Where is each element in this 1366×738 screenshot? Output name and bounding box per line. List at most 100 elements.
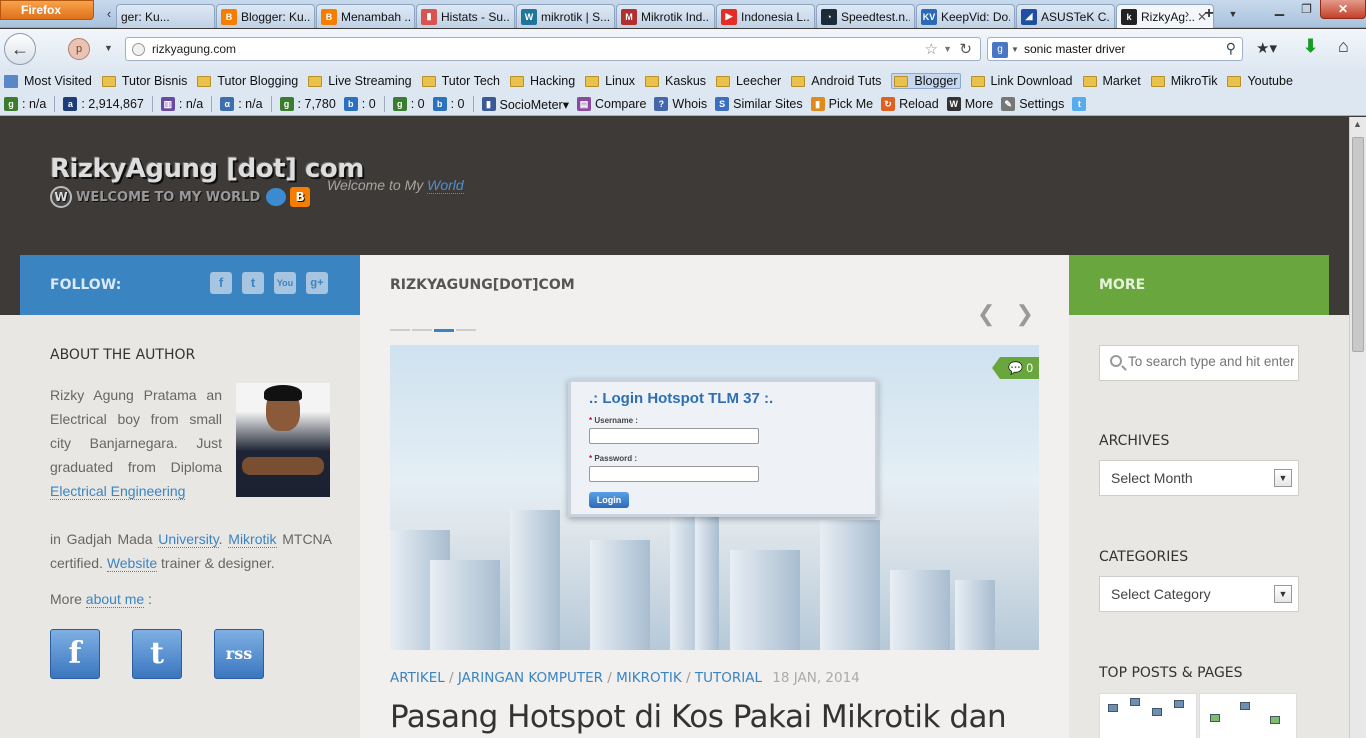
addon-item[interactable]: b: 0: [432, 97, 465, 111]
facebook-icon[interactable]: f: [50, 629, 100, 679]
browser-tab[interactable]: B Blogger: Ku...: [216, 4, 315, 28]
url-dropdown-icon[interactable]: ▼: [943, 44, 952, 54]
top-post-thumbnail[interactable]: [1099, 693, 1197, 738]
addon-item[interactable]: ✎ Settings: [1001, 97, 1064, 111]
search-query[interactable]: sonic master driver: [1024, 42, 1125, 56]
browser-tab[interactable]: k RizkyAg... ✕: [1116, 4, 1214, 28]
about-me-link[interactable]: about me: [85, 591, 145, 608]
browser-tab[interactable]: Wmikrotik | S...: [516, 4, 615, 28]
identity-icon[interactable]: p: [68, 38, 90, 60]
browser-tab[interactable]: ▮ Histats - Su...: [416, 4, 515, 28]
addon-item[interactable]: ▮ Pick Me: [810, 97, 873, 111]
browser-tab[interactable]: ◔ Speedtest.n...: [816, 4, 915, 28]
bookmark-item[interactable]: Most Visited: [4, 74, 92, 88]
tagline-link[interactable]: World: [427, 177, 464, 194]
chevron-down-icon[interactable]: ▼: [1274, 585, 1292, 603]
slider-dot[interactable]: [390, 329, 410, 331]
tab-scroll-right-icon[interactable]: ›: [1180, 6, 1194, 22]
reload-icon[interactable]: ↻: [959, 40, 972, 58]
bookmark-item[interactable]: MikroTik: [1150, 74, 1217, 88]
addon-item[interactable]: ▤ Compare: [577, 97, 646, 111]
website-link[interactable]: Website: [106, 555, 158, 572]
category-link[interactable]: TUTORIAL: [695, 670, 762, 686]
browser-tab[interactable]: KV KeepVid: Do...: [916, 4, 1015, 28]
bookmark-item[interactable]: Kaskus: [645, 74, 706, 88]
category-link[interactable]: JARINGAN KOMPUTER: [458, 670, 603, 686]
close-window-icon[interactable]: ✕: [1320, 0, 1366, 19]
facebook-icon[interactable]: f: [210, 272, 232, 294]
magnifier-icon[interactable]: ⚲: [1226, 40, 1236, 57]
tab-scroll-left-icon[interactable]: ‹: [102, 6, 116, 22]
google-plus-icon[interactable]: g+: [306, 272, 328, 294]
bookmark-item[interactable]: Live Streaming: [308, 74, 412, 88]
bookmark-item[interactable]: Android Tuts: [791, 74, 881, 88]
scroll-thumb[interactable]: [1352, 137, 1364, 352]
minimize-icon[interactable]: ▁: [1266, 0, 1293, 19]
browser-tab[interactable]: B Menambah ...: [316, 4, 415, 28]
bookmark-item[interactable]: Link Download: [970, 74, 1073, 88]
slider-dot[interactable]: [456, 329, 476, 331]
slider-dot-active[interactable]: [434, 329, 454, 332]
addon-item[interactable]: a: 2,914,867: [63, 97, 144, 111]
addon-item[interactable]: ? Whois: [654, 97, 707, 111]
bookmarks-menu-icon[interactable]: ★▾: [1256, 39, 1277, 57]
addon-item[interactable]: ↻ Reload: [881, 97, 939, 111]
scroll-up-icon[interactable]: ▲: [1353, 119, 1362, 129]
addon-item[interactable]: g: n/a: [4, 97, 46, 111]
search-bar[interactable]: g ▼ sonic master driver ⚲: [987, 37, 1243, 61]
url-text[interactable]: rizkyagung.com: [152, 42, 236, 56]
bookmark-item[interactable]: Linux: [585, 74, 635, 88]
home-icon[interactable]: ⌂: [1338, 36, 1349, 57]
rss-icon[interactable]: rss: [214, 629, 264, 679]
post-title[interactable]: Pasang Hotspot di Kos Pakai Mikrotik dan: [390, 699, 1007, 735]
bookmark-star-icon[interactable]: ☆: [925, 40, 938, 58]
category-link[interactable]: MIKROTIK: [616, 670, 682, 686]
slider-dot[interactable]: [412, 329, 432, 331]
download-arrow-icon[interactable]: ⬇: [1303, 36, 1318, 57]
addon-item[interactable]: b: 0: [343, 97, 376, 111]
bookmark-item[interactable]: Leecher: [716, 74, 781, 88]
browser-tab[interactable]: M Mikrotik Ind...: [616, 4, 715, 28]
addon-item[interactable]: W More: [946, 97, 993, 111]
search-engine-dropdown-icon[interactable]: ▼: [1011, 45, 1019, 54]
comment-count-badge[interactable]: 💬 0: [992, 357, 1039, 379]
twitter-icon[interactable]: t: [242, 272, 264, 294]
categories-select[interactable]: Select Category ▼: [1099, 576, 1299, 612]
back-arrow-icon[interactable]: ←: [4, 33, 36, 65]
addon-item[interactable]: ▥: n/a: [160, 97, 203, 111]
addon-item[interactable]: S Similar Sites: [715, 97, 803, 111]
mikrotik-link[interactable]: Mikrotik: [228, 531, 277, 548]
tab-list-dropdown-icon[interactable]: ▼: [1226, 6, 1240, 22]
bookmark-item[interactable]: Tutor Bisnis: [101, 74, 187, 88]
electrical-engineering-link[interactable]: Electrical Engineering: [50, 483, 186, 500]
search-engine-icon[interactable]: g: [992, 42, 1008, 58]
slider-next-icon[interactable]: ❯: [1015, 303, 1033, 325]
top-post-thumbnail[interactable]: [1199, 693, 1297, 738]
addon-item[interactable]: g: 0: [392, 97, 425, 111]
youtube-icon[interactable]: You: [274, 272, 296, 294]
restore-icon[interactable]: ❐: [1293, 0, 1320, 19]
bookmark-item[interactable]: Market: [1082, 74, 1141, 88]
addon-item[interactable]: ▮ SocioMeter▾: [481, 97, 569, 112]
bookmark-item[interactable]: Blogger: [891, 73, 961, 89]
history-dropdown-icon[interactable]: ▼: [104, 43, 113, 53]
bookmark-item[interactable]: Tutor Tech: [421, 74, 500, 88]
twitter-addon[interactable]: t: [1072, 97, 1090, 111]
chevron-down-icon[interactable]: ▼: [1274, 469, 1292, 487]
university-link[interactable]: University: [158, 531, 219, 548]
category-link[interactable]: ARTIKEL: [390, 670, 445, 686]
bookmark-item[interactable]: Hacking: [509, 74, 575, 88]
addon-item[interactable]: g: 7,780: [279, 97, 336, 111]
page-scrollbar[interactable]: ▲: [1349, 117, 1366, 738]
search-input[interactable]: [1128, 354, 1294, 369]
featured-image[interactable]: .: Login Hotspot TLM 37 :. * Username : …: [390, 345, 1039, 650]
bookmark-item[interactable]: Tutor Blogging: [197, 74, 298, 88]
addon-item[interactable]: α: n/a: [220, 97, 263, 111]
twitter-icon[interactable]: t: [1072, 97, 1087, 111]
new-tab-icon[interactable]: +: [1202, 6, 1216, 22]
url-bar[interactable]: rizkyagung.com ☆ ▼ ↻: [125, 37, 981, 61]
browser-tab[interactable]: ▶ Indonesia L...: [716, 4, 815, 28]
bookmark-item[interactable]: Youtube: [1227, 74, 1293, 88]
firefox-menu-button[interactable]: Firefox: [0, 0, 94, 20]
slider-prev-icon[interactable]: ❮: [977, 303, 995, 325]
